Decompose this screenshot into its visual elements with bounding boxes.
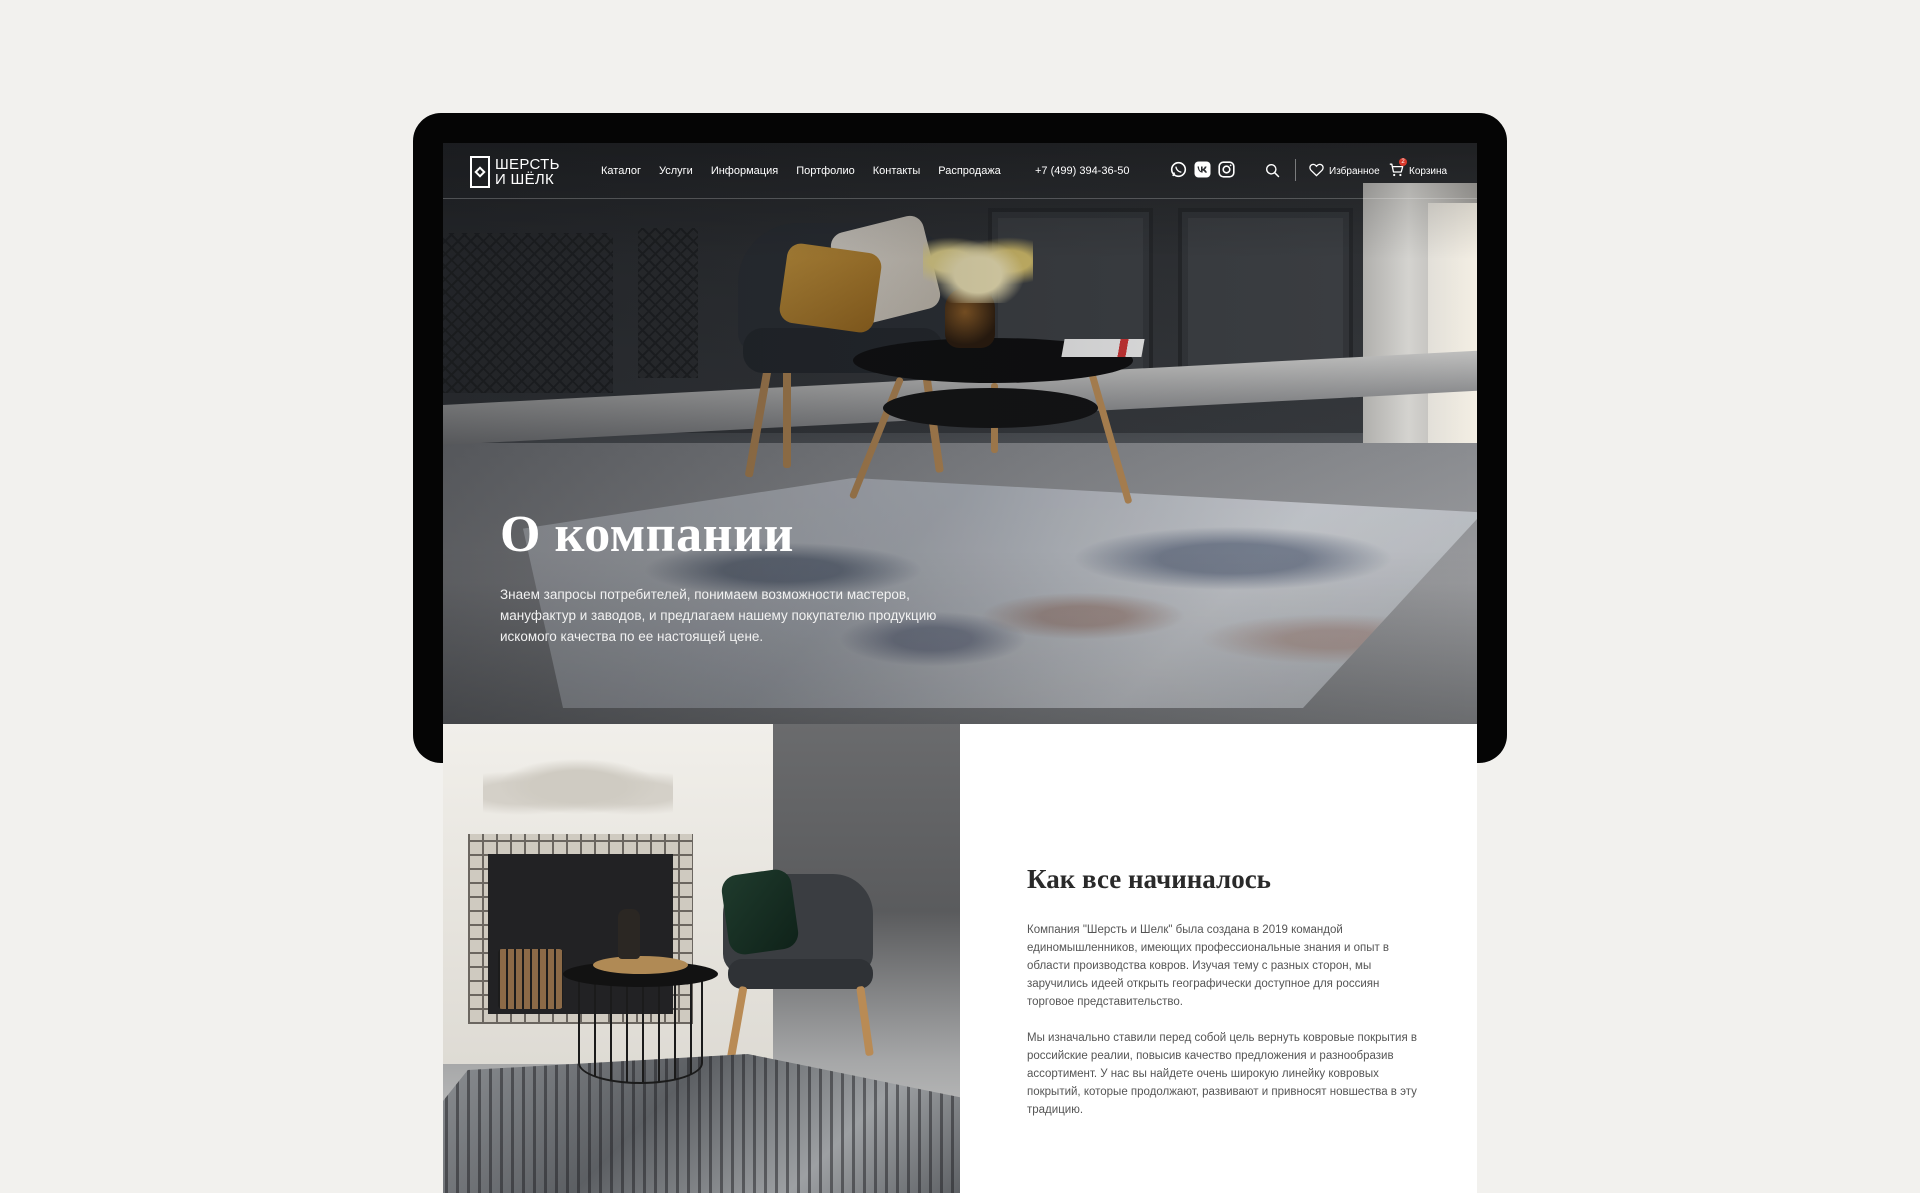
logo-line-2: И ШЁЛК bbox=[495, 171, 555, 188]
website-screen: ШЕРСТЬ И ШЁЛК Каталог Услуги Информация … bbox=[443, 143, 1477, 1193]
logo-mark-icon bbox=[470, 156, 490, 188]
photo-side-table-base bbox=[578, 979, 703, 1084]
site-header: ШЕРСТЬ И ШЁЛК Каталог Услуги Информация … bbox=[443, 143, 1477, 199]
cart-icon: 2 bbox=[1389, 157, 1407, 180]
nav-services[interactable]: Услуги bbox=[659, 165, 693, 177]
about-paragraph-2: Мы изначально ставили перед собой цель в… bbox=[1027, 1032, 1418, 1116]
site-logo[interactable]: ШЕРСТЬ И ШЁЛК bbox=[470, 155, 565, 189]
instagram-icon[interactable] bbox=[1218, 161, 1235, 178]
armchair-leg bbox=[856, 985, 874, 1057]
heart-icon bbox=[1309, 163, 1324, 180]
nav-contacts[interactable]: Контакты bbox=[873, 165, 921, 177]
vk-icon[interactable] bbox=[1194, 161, 1211, 178]
nav-catalog[interactable]: Каталог bbox=[601, 165, 641, 177]
phone-number[interactable]: +7 (499) 394-36-50 bbox=[1035, 143, 1129, 199]
nav-sale[interactable]: Распродажа bbox=[938, 165, 1001, 177]
cart-label: Корзина bbox=[1409, 165, 1448, 177]
about-image bbox=[443, 724, 960, 1193]
about-paragraph-1: Компания "Шерсть и Шелк" была создана в … bbox=[1027, 924, 1390, 1008]
photo-green-pillow bbox=[719, 867, 801, 957]
logo-line-1: ШЕРСТЬ bbox=[495, 156, 560, 173]
photo-armchair-seat bbox=[728, 959, 873, 989]
search-icon[interactable] bbox=[1265, 163, 1280, 183]
cart-count-badge: 2 bbox=[1399, 157, 1407, 166]
hero-section: ШЕРСТЬ И ШЁЛК Каталог Услуги Информация … bbox=[443, 143, 1477, 724]
photo-wood-basket bbox=[498, 949, 563, 1009]
about-section: Как все начиналось Компания "Шерсть и Ше… bbox=[960, 724, 1477, 1193]
photo-bottle-vase bbox=[618, 909, 640, 959]
photo-tray bbox=[593, 956, 688, 974]
cart-link[interactable]: 2 Корзина bbox=[1389, 143, 1447, 199]
favorites-label: Избранное bbox=[1329, 165, 1380, 177]
page-title: О компании bbox=[500, 506, 794, 563]
photo-mantel-ornament bbox=[483, 754, 673, 819]
whatsapp-icon[interactable] bbox=[1170, 161, 1187, 178]
logo-text: ШЕРСТЬ И ШЁЛК bbox=[495, 157, 560, 187]
nav-portfolio[interactable]: Портфолио bbox=[796, 165, 855, 177]
main-nav: Каталог Услуги Информация Портфолио Конт… bbox=[601, 143, 1001, 199]
nav-information[interactable]: Информация bbox=[711, 165, 778, 177]
section-title: Как все начиналось bbox=[1027, 864, 1271, 894]
social-links bbox=[1170, 161, 1235, 178]
photo-rug bbox=[443, 1054, 960, 1193]
hero-description: Знаем запросы потребителей, понимаем воз… bbox=[500, 587, 937, 644]
favorites-link[interactable]: Избранное bbox=[1309, 143, 1380, 199]
header-divider bbox=[1295, 159, 1296, 181]
